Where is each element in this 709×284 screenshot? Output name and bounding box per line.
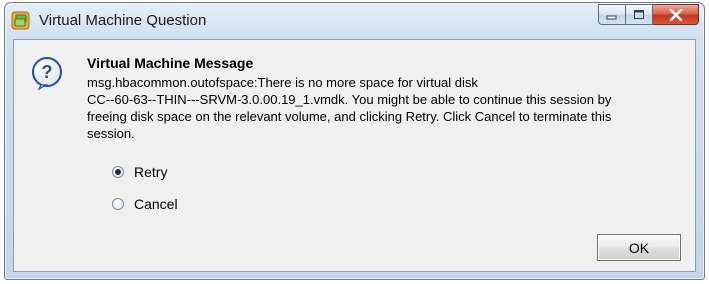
option-retry[interactable]: Retry [112, 163, 167, 181]
option-cancel[interactable]: Cancel [112, 195, 178, 213]
close-icon [669, 8, 682, 21]
dialog-content: ? Virtual Machine Message msg.hbacommon.… [13, 39, 696, 272]
maximize-button[interactable] [626, 4, 653, 25]
message-line: CC--60-63--THIN---SRVM-3.0.00.19_1.vmdk.… [87, 92, 612, 107]
svg-text:?: ? [42, 62, 53, 82]
vsphere-client-icon [11, 11, 30, 30]
ok-button[interactable]: OK [597, 234, 681, 261]
option-retry-label: Retry [134, 164, 168, 180]
message-line: session. [87, 126, 135, 141]
message-title: Virtual Machine Message [87, 55, 254, 71]
minimize-icon [606, 15, 617, 19]
minimize-button[interactable] [598, 4, 626, 25]
close-button[interactable] [653, 4, 699, 25]
maximize-icon [634, 10, 644, 19]
question-icon: ? [32, 57, 62, 90]
radio-retry[interactable] [112, 166, 124, 178]
dialog-window: Virtual Machine Question ? Virtual Machi… [4, 2, 705, 280]
option-cancel-label: Cancel [134, 196, 178, 212]
title-bar[interactable]: Virtual Machine Question [5, 3, 704, 39]
radio-cancel[interactable] [112, 198, 124, 210]
window-title: Virtual Machine Question [39, 12, 207, 29]
message-line: msg.hbacommon.outofspace:There is no mor… [87, 75, 478, 90]
message-line: freeing disk space on the relevant volum… [87, 109, 612, 124]
caption-buttons [598, 4, 699, 26]
